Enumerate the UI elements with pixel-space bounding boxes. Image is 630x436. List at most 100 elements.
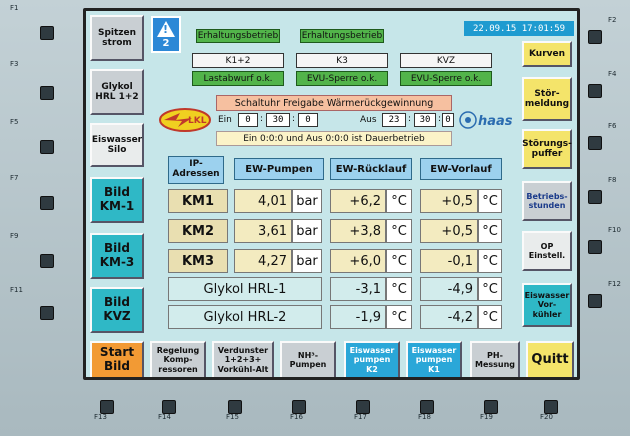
row-km1-label[interactable]: KM1 [168,189,228,213]
stoermeldung-button[interactable]: Stör- meldung [522,77,572,121]
km2-pumpe-unit: bar [292,219,322,243]
fkey-f9-label: F9 [10,232,19,240]
warning-icon: ! [157,20,175,37]
start-bild-button[interactable]: Start Bild [90,341,144,377]
status-k12-name: K1+2 [192,53,284,68]
lkl-logo-text: LKL [188,116,207,126]
stoerungspuffer-button[interactable]: Störungs- puffer [522,129,572,169]
glykol-hrl2-ruecklauf-unit: °C [386,305,412,329]
glykol-hrl2-vorlauf-unit: °C [478,305,502,329]
fkey-f18[interactable] [420,400,434,414]
row-glykol-hrl1-label[interactable]: Glykol HRL-1 [168,277,322,301]
fkey-f19[interactable] [484,400,498,414]
glykol-hrl1-ruecklauf-value: -3,1 [330,277,386,301]
row-km3-label[interactable]: KM3 [168,249,228,273]
timer-ein-label: Ein [218,115,232,125]
km1-vorlauf-value: +0,5 [420,189,478,213]
fkey-f3-label: F3 [10,60,19,68]
op-einstell-button[interactable]: OP Einstell. [522,231,572,271]
fkey-f9[interactable] [40,254,54,268]
row-km2-label[interactable]: KM2 [168,219,228,243]
betriebsstunden-button[interactable]: Betriebs- stunden [522,181,572,221]
quitt-button[interactable]: Quitt [526,341,574,377]
km2-pumpe-value: 3,61 [234,219,292,243]
fkey-f2-label: F2 [608,16,617,24]
fkey-f13[interactable] [100,400,114,414]
warning-indicator[interactable]: ! 2 [151,16,181,53]
km2-vorlauf-unit: °C [478,219,502,243]
fkey-f16[interactable] [292,400,306,414]
timer-aus-h[interactable]: 23 [382,113,406,127]
status-kvz-name: KVZ [400,53,492,68]
fkey-f8[interactable] [588,190,602,204]
fkey-f6[interactable] [588,136,602,150]
km3-ruecklauf-unit: °C [386,249,412,273]
fkey-f2[interactable] [588,30,602,44]
regelung-kompressoren-button[interactable]: Regelung Komp- ressoren [150,341,206,377]
timer-sep-4: : [438,114,442,124]
nh3-pumpen-button[interactable]: NH³- Pumpen [280,341,336,377]
fkey-f3[interactable] [40,86,54,100]
fkey-f20[interactable] [544,400,558,414]
timer-ein-s[interactable]: 0 [298,113,318,127]
fkey-f7[interactable] [40,196,54,210]
verdunster-button[interactable]: Verdunster 1+2+3+ Vorkühl-Alt [212,341,274,377]
km1-pumpe-value: 4,01 [234,189,292,213]
eiswasser-silo-button[interactable]: Eiswasser Silo [90,123,144,167]
ph-messung-button[interactable]: PH- Messung [470,341,520,377]
bild-km3-button[interactable]: Bild KM-3 [90,233,144,279]
timer-title: Schaltuhr Freigabe Wärmerückgewinnung [216,95,452,111]
km3-ruecklauf-value: +6,0 [330,249,386,273]
fkey-f20-label: F20 [540,413,553,421]
eiswasser-pumpen-k2-button[interactable]: Eiswasser pumpen K2 [344,341,400,377]
fkey-f4-label: F4 [608,70,617,78]
eiswasser-pumpen-k1-button[interactable]: Eiswasser pumpen K1 [406,341,462,377]
spitzenstrom-button[interactable]: Spitzen strom [90,15,144,61]
warning-count: 2 [162,37,170,49]
km1-ruecklauf-unit: °C [386,189,412,213]
timer-sep-1: : [260,114,264,124]
fkey-f1-label: F1 [10,4,19,12]
row-glykol-hrl2-label[interactable]: Glykol HRL-2 [168,305,322,329]
haas-logo: haas [459,111,513,129]
km1-pumpe-unit: bar [292,189,322,213]
fkey-f1[interactable] [40,26,54,40]
bild-km1-button[interactable]: Bild KM-1 [90,177,144,223]
glykol-hrl-button[interactable]: Glykol HRL 1+2 [90,69,144,115]
hmi-screen: Spitzen strom Glykol HRL 1+2 Eiswasser S… [83,8,580,380]
timer-aus-m[interactable]: 30 [414,113,436,127]
fkey-f15-label: F15 [226,413,239,421]
fkey-f16-label: F16 [290,413,303,421]
bild-kvz-button[interactable]: Bild KVZ [90,287,144,333]
glykol-hrl2-ruecklauf-value: -1,9 [330,305,386,329]
fkey-f17-label: F17 [354,413,367,421]
fkey-f17[interactable] [356,400,370,414]
kurven-button[interactable]: Kurven [522,41,572,67]
timer-aus-s[interactable]: 0 [442,113,454,127]
status-k3-name: K3 [296,53,388,68]
glykol-hrl1-vorlauf-value: -4,9 [420,277,478,301]
fkey-f12[interactable] [588,294,602,308]
fkey-f4[interactable] [588,84,602,98]
fkey-f18-label: F18 [418,413,431,421]
eiswasser-vorkuehler-button[interactable]: Eiswasser Vor- kühler [522,283,572,327]
status-k12-title: Erhaltungsbetrieb [196,29,280,43]
fkey-f14[interactable] [162,400,176,414]
header-ew-ruecklauf: EW-Rücklauf [330,158,412,180]
timer-ein-h[interactable]: 0 [238,113,258,127]
km2-vorlauf-value: +0,5 [420,219,478,243]
km1-vorlauf-unit: °C [478,189,502,213]
timer-aus-label: Aus [360,115,377,125]
fkey-f15[interactable] [228,400,242,414]
status-k3-state: EVU-Sperre o.k. [296,71,388,86]
fkey-f10[interactable] [588,240,602,254]
glykol-hrl1-ruecklauf-unit: °C [386,277,412,301]
fkey-f11[interactable] [40,306,54,320]
header-ip-adressen[interactable]: IP- Adressen [168,156,224,184]
timer-ein-m[interactable]: 30 [266,113,290,127]
fkey-f14-label: F14 [158,413,171,421]
km3-pumpe-value: 4,27 [234,249,292,273]
haas-logo-text: haas [478,114,513,129]
header-ew-pumpen: EW-Pumpen [234,158,324,180]
fkey-f5[interactable] [40,140,54,154]
